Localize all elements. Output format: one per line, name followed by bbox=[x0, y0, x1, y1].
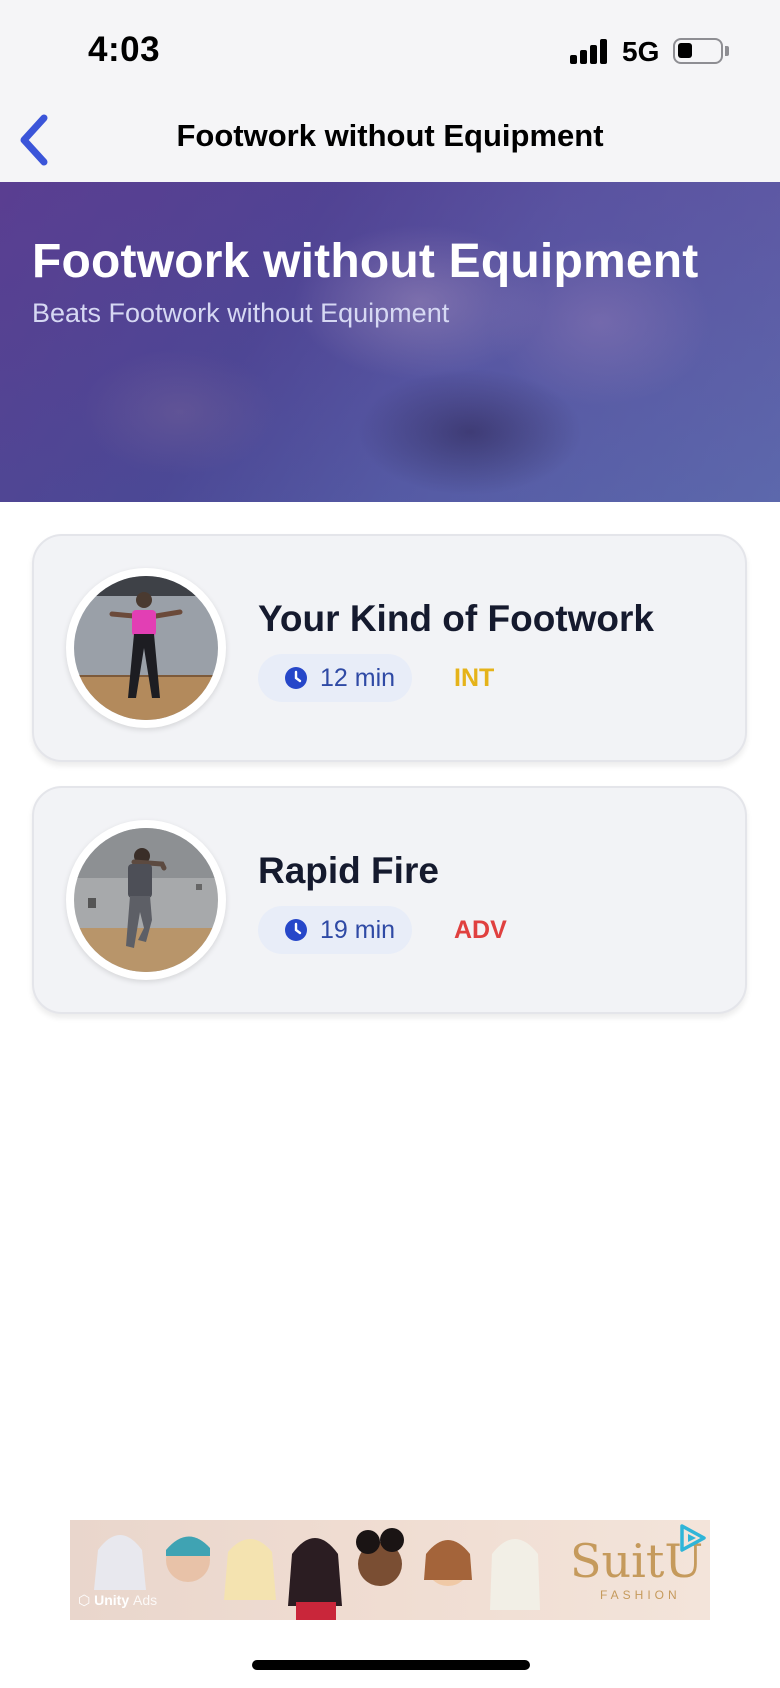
nav-bar: Footwork without Equipment bbox=[0, 104, 780, 182]
ad-banner[interactable]: SuitU FASHION ⬡ Unity Ads bbox=[70, 1520, 710, 1620]
ad-choices-icon[interactable] bbox=[676, 1522, 708, 1554]
workout-card[interactable]: Rapid Fire 19 min ADV bbox=[32, 786, 747, 1014]
duration-badge: 12 min bbox=[258, 654, 412, 702]
ad-provider-name: Unity bbox=[94, 1592, 130, 1608]
workout-card[interactable]: Your Kind of Footwork 12 min INT bbox=[32, 534, 747, 762]
duration-label: 19 min bbox=[320, 916, 396, 944]
ad-provider-suffix: Ads bbox=[133, 1592, 158, 1608]
workout-title: Rapid Fire bbox=[258, 850, 439, 891]
hero-subtitle: Beats Footwork without Equipment bbox=[32, 298, 450, 328]
workout-thumbnail bbox=[74, 576, 218, 720]
status-bar: 4:03 5G bbox=[0, 0, 780, 104]
duration-label: 12 min bbox=[320, 664, 396, 692]
duration-badge: 19 min bbox=[258, 906, 412, 954]
ad-provider: ⬡ Unity Ads bbox=[78, 1592, 157, 1609]
nav-title: Footwork without Equipment bbox=[176, 118, 604, 153]
workout-thumbnail-frame bbox=[66, 568, 226, 728]
network-label: 5G bbox=[622, 36, 660, 67]
battery-level bbox=[678, 43, 692, 58]
level-label: ADV bbox=[454, 916, 507, 944]
clock-icon bbox=[285, 667, 307, 689]
hero-banner: Footwork without Equipment Beats Footwor… bbox=[0, 182, 780, 502]
unity-logo-icon: ⬡ bbox=[78, 1592, 95, 1608]
hero-title: Footwork without Equipment bbox=[32, 235, 699, 288]
level-label: INT bbox=[454, 664, 495, 692]
clock-icon bbox=[285, 919, 307, 941]
workout-thumbnail bbox=[74, 828, 218, 972]
workout-title: Your Kind of Footwork bbox=[258, 598, 654, 639]
signal-icon bbox=[570, 38, 610, 64]
status-time: 4:03 bbox=[88, 30, 161, 69]
ad-tagline: FASHION bbox=[600, 1588, 681, 1602]
battery-icon bbox=[673, 38, 723, 64]
workout-thumbnail-frame bbox=[66, 820, 226, 980]
battery-tip bbox=[725, 46, 729, 56]
home-indicator bbox=[252, 1660, 530, 1670]
